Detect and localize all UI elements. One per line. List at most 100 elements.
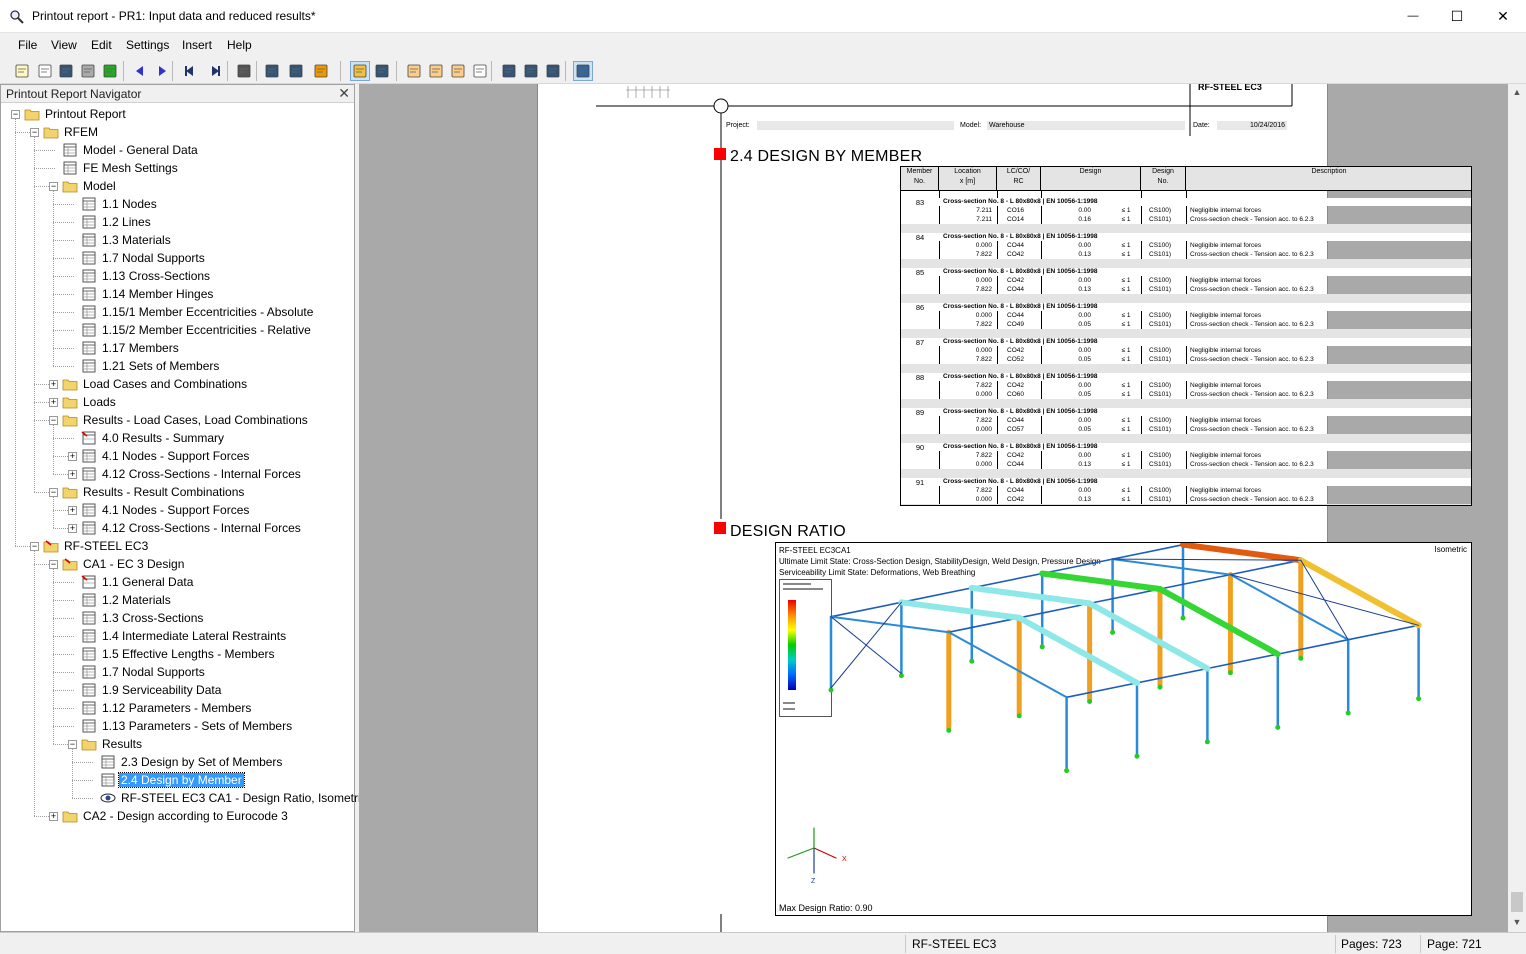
tree-item[interactable]: Model - General Data: [62, 141, 200, 159]
expand-icon[interactable]: +: [68, 506, 77, 515]
tree-item[interactable]: Loads: [62, 393, 118, 411]
collapse-icon[interactable]: −: [30, 128, 39, 137]
tree-item[interactable]: 1.7 Nodal Supports: [81, 249, 207, 267]
zoom-icon[interactable]: [372, 61, 392, 81]
navigator-close-icon[interactable]: ✕: [338, 85, 350, 102]
collapse-icon[interactable]: −: [49, 182, 58, 191]
tree-item[interactable]: 1.15/1 Member Eccentricities - Absolute: [81, 303, 315, 321]
section-title-design-ratio: DESIGN RATIO: [730, 523, 846, 540]
tree-item[interactable]: 1.15/2 Member Eccentricities - Relative: [81, 321, 313, 339]
tree-item[interactable]: 1.1 Nodes: [81, 195, 159, 213]
select-icon[interactable]: [350, 61, 370, 81]
tree-item[interactable]: 4.1 Nodes - Support Forces: [81, 447, 251, 465]
collapse-icon[interactable]: −: [49, 416, 58, 425]
maximize-button[interactable]: ☐: [1434, 0, 1480, 32]
tree-item[interactable]: 2.3 Design by Set of Members: [100, 753, 284, 771]
tree-item[interactable]: Printout Report: [24, 105, 128, 123]
collapse-icon[interactable]: −: [30, 542, 39, 551]
save-icon[interactable]: [56, 61, 76, 81]
tree-item[interactable]: 2.4 Design by Member: [100, 771, 245, 789]
menu-file[interactable]: File: [18, 38, 37, 52]
scroll-up-icon[interactable]: ▲: [1509, 84, 1525, 100]
find-next-icon[interactable]: [286, 61, 306, 81]
collapse-icon[interactable]: −: [49, 488, 58, 497]
tree-item-label: 1.15/2 Member Eccentricities - Relative: [102, 323, 311, 337]
expand-icon[interactable]: +: [68, 524, 77, 533]
tree-item[interactable]: 4.1 Nodes - Support Forces: [81, 501, 251, 519]
doc-icon[interactable]: [426, 61, 446, 81]
menu-help[interactable]: Help: [227, 38, 252, 52]
table-cell: 0.000: [975, 242, 992, 249]
collapse-icon[interactable]: −: [49, 560, 58, 569]
expand-icon[interactable]: +: [49, 812, 58, 821]
expand-icon[interactable]: +: [68, 470, 77, 479]
tree-item[interactable]: Results: [81, 735, 144, 753]
close-button[interactable]: ✕: [1480, 0, 1526, 32]
tree-item[interactable]: 1.14 Member Hinges: [81, 285, 215, 303]
table-cell: 0.00: [1078, 487, 1091, 494]
menu-view[interactable]: View: [51, 38, 77, 52]
menu-insert[interactable]: Insert: [182, 38, 212, 52]
refresh-icon[interactable]: [100, 61, 120, 81]
tree-item[interactable]: RF-STEEL EC3: [43, 537, 150, 555]
prev-icon[interactable]: [130, 61, 150, 81]
graphics-icon[interactable]: [499, 61, 519, 81]
tree-item-label: FE Mesh Settings: [83, 161, 178, 175]
tree-item[interactable]: 1.21 Sets of Members: [81, 357, 221, 375]
scroll-down-icon[interactable]: ▼: [1509, 914, 1525, 930]
tree-item[interactable]: 1.13 Cross-Sections: [81, 267, 212, 285]
expand-icon[interactable]: +: [68, 452, 77, 461]
page-icon[interactable]: [470, 61, 490, 81]
tree-item[interactable]: FE Mesh Settings: [62, 159, 180, 177]
print-icon[interactable]: [78, 61, 98, 81]
tree-item[interactable]: 1.2 Materials: [81, 591, 173, 609]
collapse-icon[interactable]: −: [68, 740, 77, 749]
menu-edit[interactable]: Edit: [91, 38, 112, 52]
tree-item[interactable]: CA2 - Design according to Eurocode 3: [62, 807, 290, 825]
tree-item[interactable]: 1.12 Parameters - Members: [81, 699, 253, 717]
tree-item[interactable]: Results - Result Combinations: [62, 483, 246, 501]
last-page-icon[interactable]: [205, 61, 225, 81]
tree-item[interactable]: 4.12 Cross-Sections - Internal Forces: [81, 519, 303, 537]
find-icon[interactable]: [262, 61, 282, 81]
tree-item[interactable]: 1.7 Nodal Supports: [81, 663, 207, 681]
dynamic-icon[interactable]: [573, 61, 593, 81]
tree-item[interactable]: Load Cases and Combinations: [62, 375, 249, 393]
first-page-icon[interactable]: [180, 61, 200, 81]
tree-item[interactable]: RFEM: [43, 123, 100, 141]
graphics3-icon[interactable]: [543, 61, 563, 81]
tree-item[interactable]: 1.2 Lines: [81, 213, 153, 231]
tree-item[interactable]: Model: [62, 177, 118, 195]
page-setup-icon[interactable]: [234, 61, 254, 81]
tree-item[interactable]: 1.17 Members: [81, 339, 181, 357]
tree-item[interactable]: CA1 - EC 3 Design: [62, 555, 186, 573]
settings-icon[interactable]: [311, 61, 331, 81]
collapse-icon[interactable]: −: [11, 110, 20, 119]
tree-item[interactable]: 4.0 Results - Summary: [81, 429, 226, 447]
open-icon[interactable]: [35, 61, 55, 81]
expand-icon[interactable]: +: [49, 380, 58, 389]
insert-icon[interactable]: [448, 61, 468, 81]
tree-item[interactable]: 1.3 Cross-Sections: [81, 609, 205, 627]
menu-settings[interactable]: Settings: [126, 38, 169, 52]
table-cell: 0.13: [1078, 461, 1091, 468]
tree-item[interactable]: 1.13 Parameters - Sets of Members: [81, 717, 294, 735]
graphics2-icon[interactable]: [521, 61, 541, 81]
tree-item[interactable]: 1.9 Serviceability Data: [81, 681, 223, 699]
tree-item[interactable]: RF-STEEL EC3 CA1 - Design Ratio, Isometr…: [100, 789, 369, 807]
tree-item[interactable]: 4.12 Cross-Sections - Internal Forces: [81, 465, 303, 483]
next-icon[interactable]: [152, 61, 172, 81]
tree-item[interactable]: 1.5 Effective Lengths - Members: [81, 645, 277, 663]
tree-item[interactable]: 1.3 Materials: [81, 231, 173, 249]
scroll-thumb[interactable]: [1511, 892, 1523, 912]
minimize-button[interactable]: —: [1390, 0, 1436, 32]
date-field: 10/24/2016: [1217, 121, 1287, 130]
vertical-scrollbar[interactable]: ▲ ▼: [1508, 84, 1526, 932]
tree-item[interactable]: 1.4 Intermediate Lateral Restraints: [81, 627, 288, 645]
new-report-icon[interactable]: [12, 61, 32, 81]
tree-item-label: Results: [102, 737, 143, 751]
expand-icon[interactable]: +: [49, 398, 58, 407]
tree-item[interactable]: Results - Load Cases, Load Combinations: [62, 411, 310, 429]
tree-item[interactable]: 1.1 General Data: [81, 573, 195, 591]
header-icon[interactable]: [404, 61, 424, 81]
